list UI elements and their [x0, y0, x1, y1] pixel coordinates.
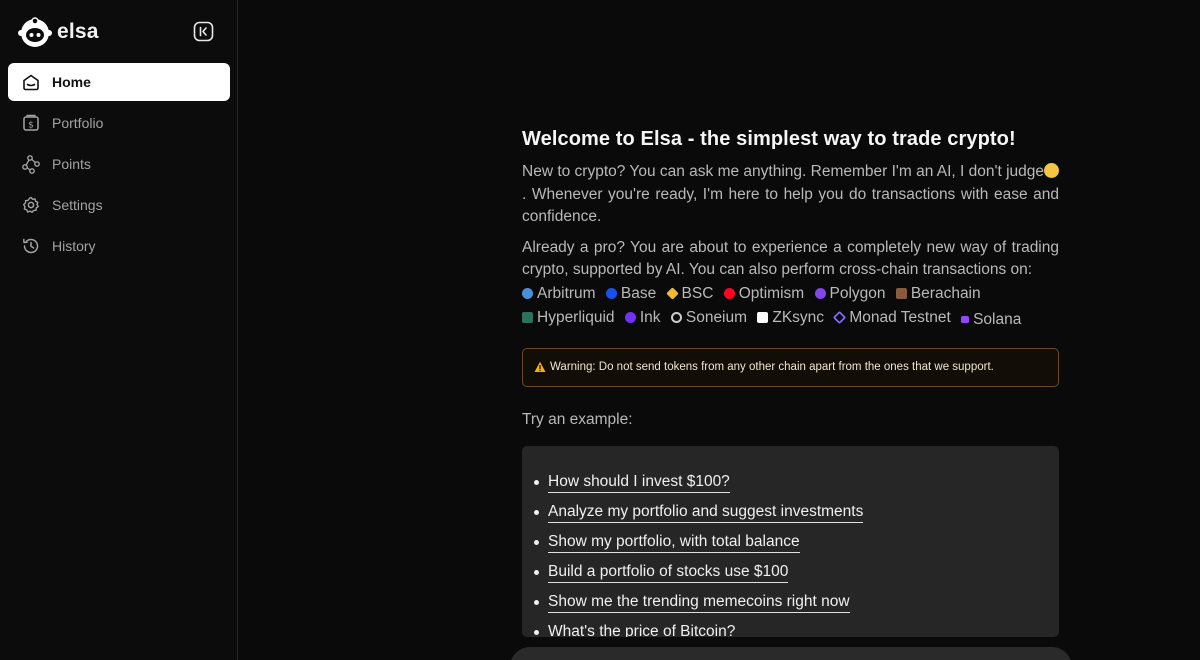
welcome-title: Welcome to Elsa - the simplest way to tr… — [522, 128, 1016, 150]
example-prompt-link[interactable]: Show my portfolio, with total balance — [548, 533, 800, 553]
try-example-label: Try an example: — [522, 410, 633, 428]
collapse-sidebar-icon — [193, 21, 214, 42]
sidebar-item-portfolio[interactable]: $ Portfolio — [8, 104, 230, 142]
brand[interactable]: elsa — [17, 16, 99, 48]
example-prompt-link[interactable]: What's the price of Bitcoin? — [548, 623, 735, 637]
polygon-icon — [814, 287, 826, 299]
chain-arbitrum: Arbitrum — [522, 282, 596, 305]
base-icon — [605, 287, 617, 299]
solana-icon — [961, 315, 970, 323]
chat-input-bar[interactable] — [510, 647, 1072, 660]
chain-zksync: ZKsync — [757, 306, 824, 329]
gear-icon — [20, 194, 42, 216]
bsc-icon — [665, 286, 679, 300]
example-prompt-link[interactable]: How should I invest $100? — [548, 473, 730, 493]
sidebar-item-history[interactable]: History — [8, 227, 230, 265]
hyperliquid-icon — [522, 311, 533, 323]
sidebar-item-label: History — [52, 238, 96, 254]
collapse-sidebar-button[interactable] — [193, 21, 214, 42]
main-area: Welcome to Elsa - the simplest way to tr… — [239, 0, 1200, 660]
sidebar-item-home[interactable]: Home — [8, 63, 230, 101]
history-clock-icon — [20, 235, 42, 257]
chain-optimism: Optimism — [723, 282, 804, 305]
elsa-logo-icon — [18, 17, 52, 47]
chain-base: Base — [605, 282, 656, 305]
welcome-panel: Welcome to Elsa - the simplest way to tr… — [522, 128, 1060, 637]
berachain-icon — [895, 287, 907, 299]
home-icon — [20, 71, 42, 93]
chain-hyperliquid: Hyperliquid — [522, 306, 615, 329]
sidebar: elsa Home $ Portfolio Points Settings Hi… — [0, 0, 238, 660]
chain-bsc: BSC — [665, 282, 713, 305]
sidebar-item-label: Points — [52, 156, 91, 172]
bullet — [534, 630, 539, 635]
bullet — [534, 480, 539, 485]
example-prompt-link[interactable]: Show me the trending memecoins right now — [548, 593, 850, 613]
chain-ink: Ink — [624, 306, 661, 329]
svg-text:$: $ — [28, 121, 34, 131]
sidebar-item-points[interactable]: Points — [8, 145, 230, 183]
intro-paragraph: New to crypto? You can ask me anything. … — [522, 161, 1060, 229]
bullet — [534, 570, 539, 575]
list-item: Build a portfolio of stocks use $100 — [534, 558, 1059, 588]
chain-polygon: Polygon — [814, 282, 886, 305]
list-item: Analyze my portfolio and suggest investm… — [534, 498, 1059, 528]
bullet — [534, 600, 539, 605]
example-prompt-link[interactable]: Analyze my portfolio and suggest investm… — [548, 503, 864, 523]
app-name: elsa — [57, 20, 99, 43]
sidebar-nav: Home $ Portfolio Points Settings History — [8, 63, 230, 268]
list-item: How should I invest $100? — [534, 468, 1059, 498]
network-nodes-icon — [20, 153, 42, 175]
chain-monad-testnet: Monad Testnet — [833, 306, 951, 329]
ink-icon — [624, 311, 636, 323]
intro-text: New to crypto? You can ask me anything. … — [522, 163, 1045, 180]
examples-list: How should I invest $100? Analyze my por… — [522, 445, 1059, 637]
warning-text: Warning: Do not send tokens from any oth… — [550, 361, 994, 373]
sidebar-item-settings[interactable]: Settings — [8, 186, 230, 224]
arbitrum-icon — [522, 287, 533, 299]
list-item: Show my portfolio, with total balance — [534, 528, 1059, 558]
zksync-icon — [757, 311, 769, 323]
sidebar-item-label: Portfolio — [52, 115, 104, 131]
pro-paragraph: Already a pro? You are about to experien… — [522, 238, 1059, 279]
warning-banner: Warning: Do not send tokens from any oth… — [522, 347, 1059, 387]
bullet — [534, 540, 539, 545]
example-prompt-link[interactable]: Build a portfolio of stocks use $100 — [548, 563, 789, 583]
monad-icon — [833, 310, 847, 324]
chain-list: Arbitrum Base BSC Optimism Polygon Berac… — [522, 282, 1059, 331]
chain-berachain: Berachain — [895, 282, 981, 305]
sidebar-item-label: Settings — [52, 197, 103, 213]
sidebar-item-label: Home — [52, 74, 91, 90]
optimism-icon — [723, 287, 735, 299]
chain-solana: Solana — [961, 308, 1021, 331]
list-item: What's the price of Bitcoin? — [534, 618, 1059, 637]
wallet-dollar-icon: $ — [20, 112, 42, 134]
chain-soneium: Soneium — [670, 306, 747, 329]
intro-text-end: . Whenever you're ready, I'm here to hel… — [522, 185, 1059, 226]
warning-icon — [534, 361, 546, 372]
bullet — [534, 510, 539, 515]
winking-face-icon — [1044, 163, 1060, 178]
list-item: Show me the trending memecoins right now — [534, 588, 1059, 618]
soneium-icon — [670, 311, 682, 323]
